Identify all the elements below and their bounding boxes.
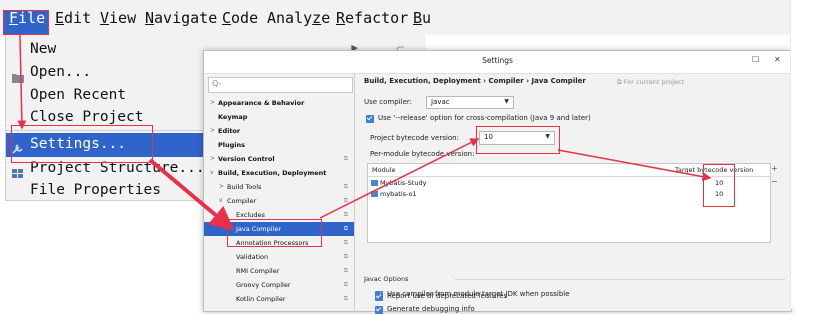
arrow-bytecode-to-target: [557, 149, 712, 182]
arrow-java-compiler-to-bytecode: [319, 138, 480, 219]
arrow-file-to-settings: [17, 34, 27, 130]
arrow-settings-to-java-compiler: [148, 158, 235, 231]
annotation-arrows: [17, 34, 712, 231]
